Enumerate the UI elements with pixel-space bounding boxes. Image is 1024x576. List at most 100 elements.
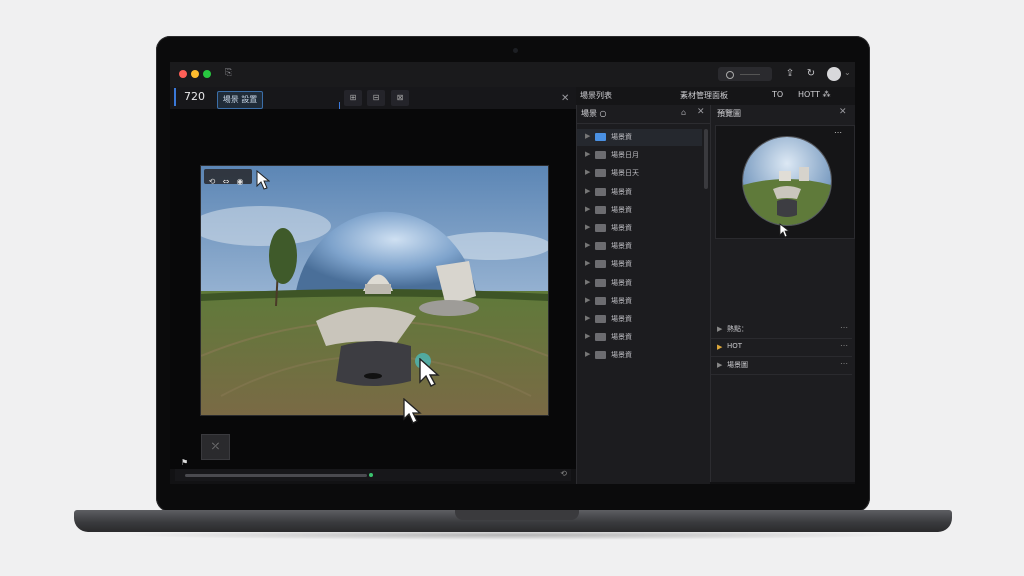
- chevron-right-icon[interactable]: ▶: [585, 259, 590, 267]
- tab-hot[interactable]: HOTT ⁂: [798, 90, 831, 99]
- app-window: ⎘ ⇪ ↻ ⌄ 720 場景 設置 ⊞ ⊟ ⊠ ✕ ⟲ ⇔ ◉ ⤫ ⚑ ⟲ 場景…: [170, 62, 855, 484]
- cursor-icon: [419, 358, 440, 387]
- scene-item-label: 場景日天: [611, 169, 639, 178]
- folder-icon[interactable]: ⌂: [681, 108, 686, 117]
- scene-list-item[interactable]: ▶ 場景資: [577, 293, 702, 310]
- chevron-right-icon[interactable]: ▶: [585, 168, 590, 176]
- folder-icon[interactable]: ▶: [717, 343, 722, 351]
- scene-list-item[interactable]: ▶ 場景日天: [577, 165, 702, 182]
- timeline-track[interactable]: [185, 474, 367, 477]
- chevron-right-icon[interactable]: ▶: [585, 150, 590, 158]
- scene-list-item[interactable]: ▶ 場景資: [577, 202, 702, 219]
- scene-panel: 場景 ○ ⌂ ✕ ▶ 場景資 ▶ 場景日月 ▶ 場景日天 ▶ 場景資 ▶ 場景資 ▶ 場景資 ▶ 場景資 ▶…: [576, 105, 710, 484]
- property-label: HOT: [727, 342, 743, 350]
- minimize-window-button[interactable]: [191, 70, 199, 78]
- tool-button-2[interactable]: ⊟: [367, 90, 385, 106]
- search-input[interactable]: [718, 67, 772, 81]
- scene-panel-header: 場景 ○ ⌂ ✕: [577, 105, 710, 124]
- scene-item-label: 場景資: [611, 224, 632, 232]
- preview-panel: 預覽圖 ✕ ⋯ ▶ 熱點： ⋯ ▶ HOT ⋯ ▶ 場景圖 ⋯: [710, 105, 855, 482]
- maximize-window-button[interactable]: [203, 70, 211, 78]
- scene-item-label: 場景資: [611, 278, 632, 287]
- scene-settings-button[interactable]: 場景 設置: [217, 91, 263, 109]
- more-icon[interactable]: ⋯: [840, 359, 848, 368]
- chevron-right-icon[interactable]: ▶: [585, 187, 590, 195]
- close-window-button[interactable]: [179, 70, 187, 78]
- scene-thumbnail-icon: [595, 333, 606, 342]
- scene-list-item[interactable]: ▶ 場景資: [577, 184, 702, 201]
- scene-item-label: 場景資: [611, 351, 632, 360]
- scene-item-label: 場景資: [611, 260, 632, 269]
- share-icon[interactable]: ⇪: [783, 67, 797, 81]
- chevron-right-icon[interactable]: ▶: [585, 332, 590, 340]
- scene-item-label: 場景資: [611, 296, 632, 305]
- close-viewer-icon[interactable]: ✕: [561, 93, 569, 104]
- loop-icon[interactable]: ⟲: [560, 469, 567, 478]
- scene-thumbnail-icon: [595, 242, 606, 251]
- property-row[interactable]: ▶ 熱點： ⋯: [711, 321, 852, 339]
- chevron-right-icon[interactable]: ▶: [585, 132, 590, 140]
- scene-thumbnail-icon: [595, 187, 606, 196]
- property-row[interactable]: ▶ 場景圖 ⋯: [711, 357, 852, 375]
- avatar[interactable]: [827, 67, 841, 81]
- tab-assets[interactable]: 素材管理面板: [680, 90, 728, 101]
- chevron-right-icon[interactable]: ▶: [585, 205, 590, 213]
- chevron-right-icon[interactable]: ▶: [717, 361, 722, 369]
- property-label: 熱點：: [727, 325, 748, 333]
- chevron-right-icon[interactable]: ▶: [585, 296, 590, 304]
- scene-list-item[interactable]: ▶ 場景資: [577, 129, 702, 146]
- scene-list-item[interactable]: ▶ 場景資: [577, 256, 702, 273]
- scene-item-label: 場景資: [611, 205, 632, 214]
- panorama-image[interactable]: [200, 165, 549, 416]
- resolution-label[interactable]: 720: [174, 88, 205, 106]
- tool-button-1[interactable]: ⊞: [344, 90, 362, 106]
- chevron-right-icon[interactable]: ▶: [585, 350, 590, 358]
- flip-icon[interactable]: ⇔: [220, 174, 232, 189]
- camera-icon: [513, 48, 518, 53]
- panorama-preview-orb[interactable]: [742, 136, 832, 226]
- close-panel-icon[interactable]: ✕: [697, 107, 705, 117]
- chevron-right-icon[interactable]: ▶: [585, 314, 590, 322]
- scene-panel-title: 場景 ○: [581, 109, 607, 118]
- scene-list-scrollbar[interactable]: [704, 129, 708, 189]
- rotate-icon[interactable]: ⟲: [206, 174, 218, 189]
- scene-list-item[interactable]: ▶ 場景日月: [577, 147, 702, 164]
- preview-box: ⋯: [715, 125, 855, 239]
- scene-item-label: 場景資: [611, 242, 632, 251]
- scene-thumbnail-icon: [595, 224, 606, 232]
- close-preview-icon[interactable]: ✕: [839, 107, 847, 117]
- scene-item-label: 場景資: [611, 333, 632, 342]
- tab-scene-list[interactable]: 場景列表: [580, 90, 612, 101]
- scene-thumbnail-icon: [595, 296, 606, 305]
- scene-item-label: 場景日月: [611, 151, 639, 160]
- chevron-right-icon[interactable]: ▶: [717, 325, 722, 333]
- chevron-right-icon[interactable]: ▶: [585, 278, 590, 286]
- scene-thumbnail-icon: [595, 205, 606, 214]
- more-icon[interactable]: ⋯: [840, 323, 848, 332]
- scene-list-item[interactable]: ▶ 場景資: [577, 220, 702, 237]
- chevron-right-icon[interactable]: ▶: [585, 241, 590, 249]
- timeline-marker[interactable]: [369, 473, 373, 477]
- tool-button-3[interactable]: ⊠: [391, 90, 409, 106]
- scene-list-item[interactable]: ▶ 場景資: [577, 311, 702, 328]
- tab-to[interactable]: TO: [772, 90, 783, 99]
- chevron-right-icon[interactable]: ▶: [585, 223, 590, 231]
- preview-title: 預覽圖: [717, 109, 741, 118]
- flag-icon: ⚑: [181, 458, 189, 467]
- scene-list-item[interactable]: ▶ 場景資: [577, 275, 702, 292]
- timeline[interactable]: ⟲: [175, 469, 571, 481]
- scene-thumbnail-icon: [595, 169, 606, 178]
- scene-list-item[interactable]: ▶ 場景資: [577, 329, 702, 346]
- mini-map-thumbnail[interactable]: ⤫: [201, 434, 230, 460]
- property-row[interactable]: ▶ HOT ⋯: [711, 339, 852, 357]
- refresh-icon[interactable]: ↻: [804, 67, 818, 81]
- chevron-down-icon[interactable]: ⌄: [844, 68, 851, 77]
- scene-thumbnail-icon: [595, 260, 606, 269]
- scene-list-item[interactable]: ▶ 場景資: [577, 238, 702, 255]
- scene-list-item[interactable]: ▶ 場景資: [577, 347, 702, 364]
- menu-icon[interactable]: ⎘: [225, 68, 232, 78]
- more-icon[interactable]: ⋯: [840, 341, 848, 350]
- preview-options-icon[interactable]: ⋯: [834, 128, 842, 137]
- target-icon[interactable]: ◉: [234, 174, 246, 189]
- laptop-notch: [455, 510, 579, 520]
